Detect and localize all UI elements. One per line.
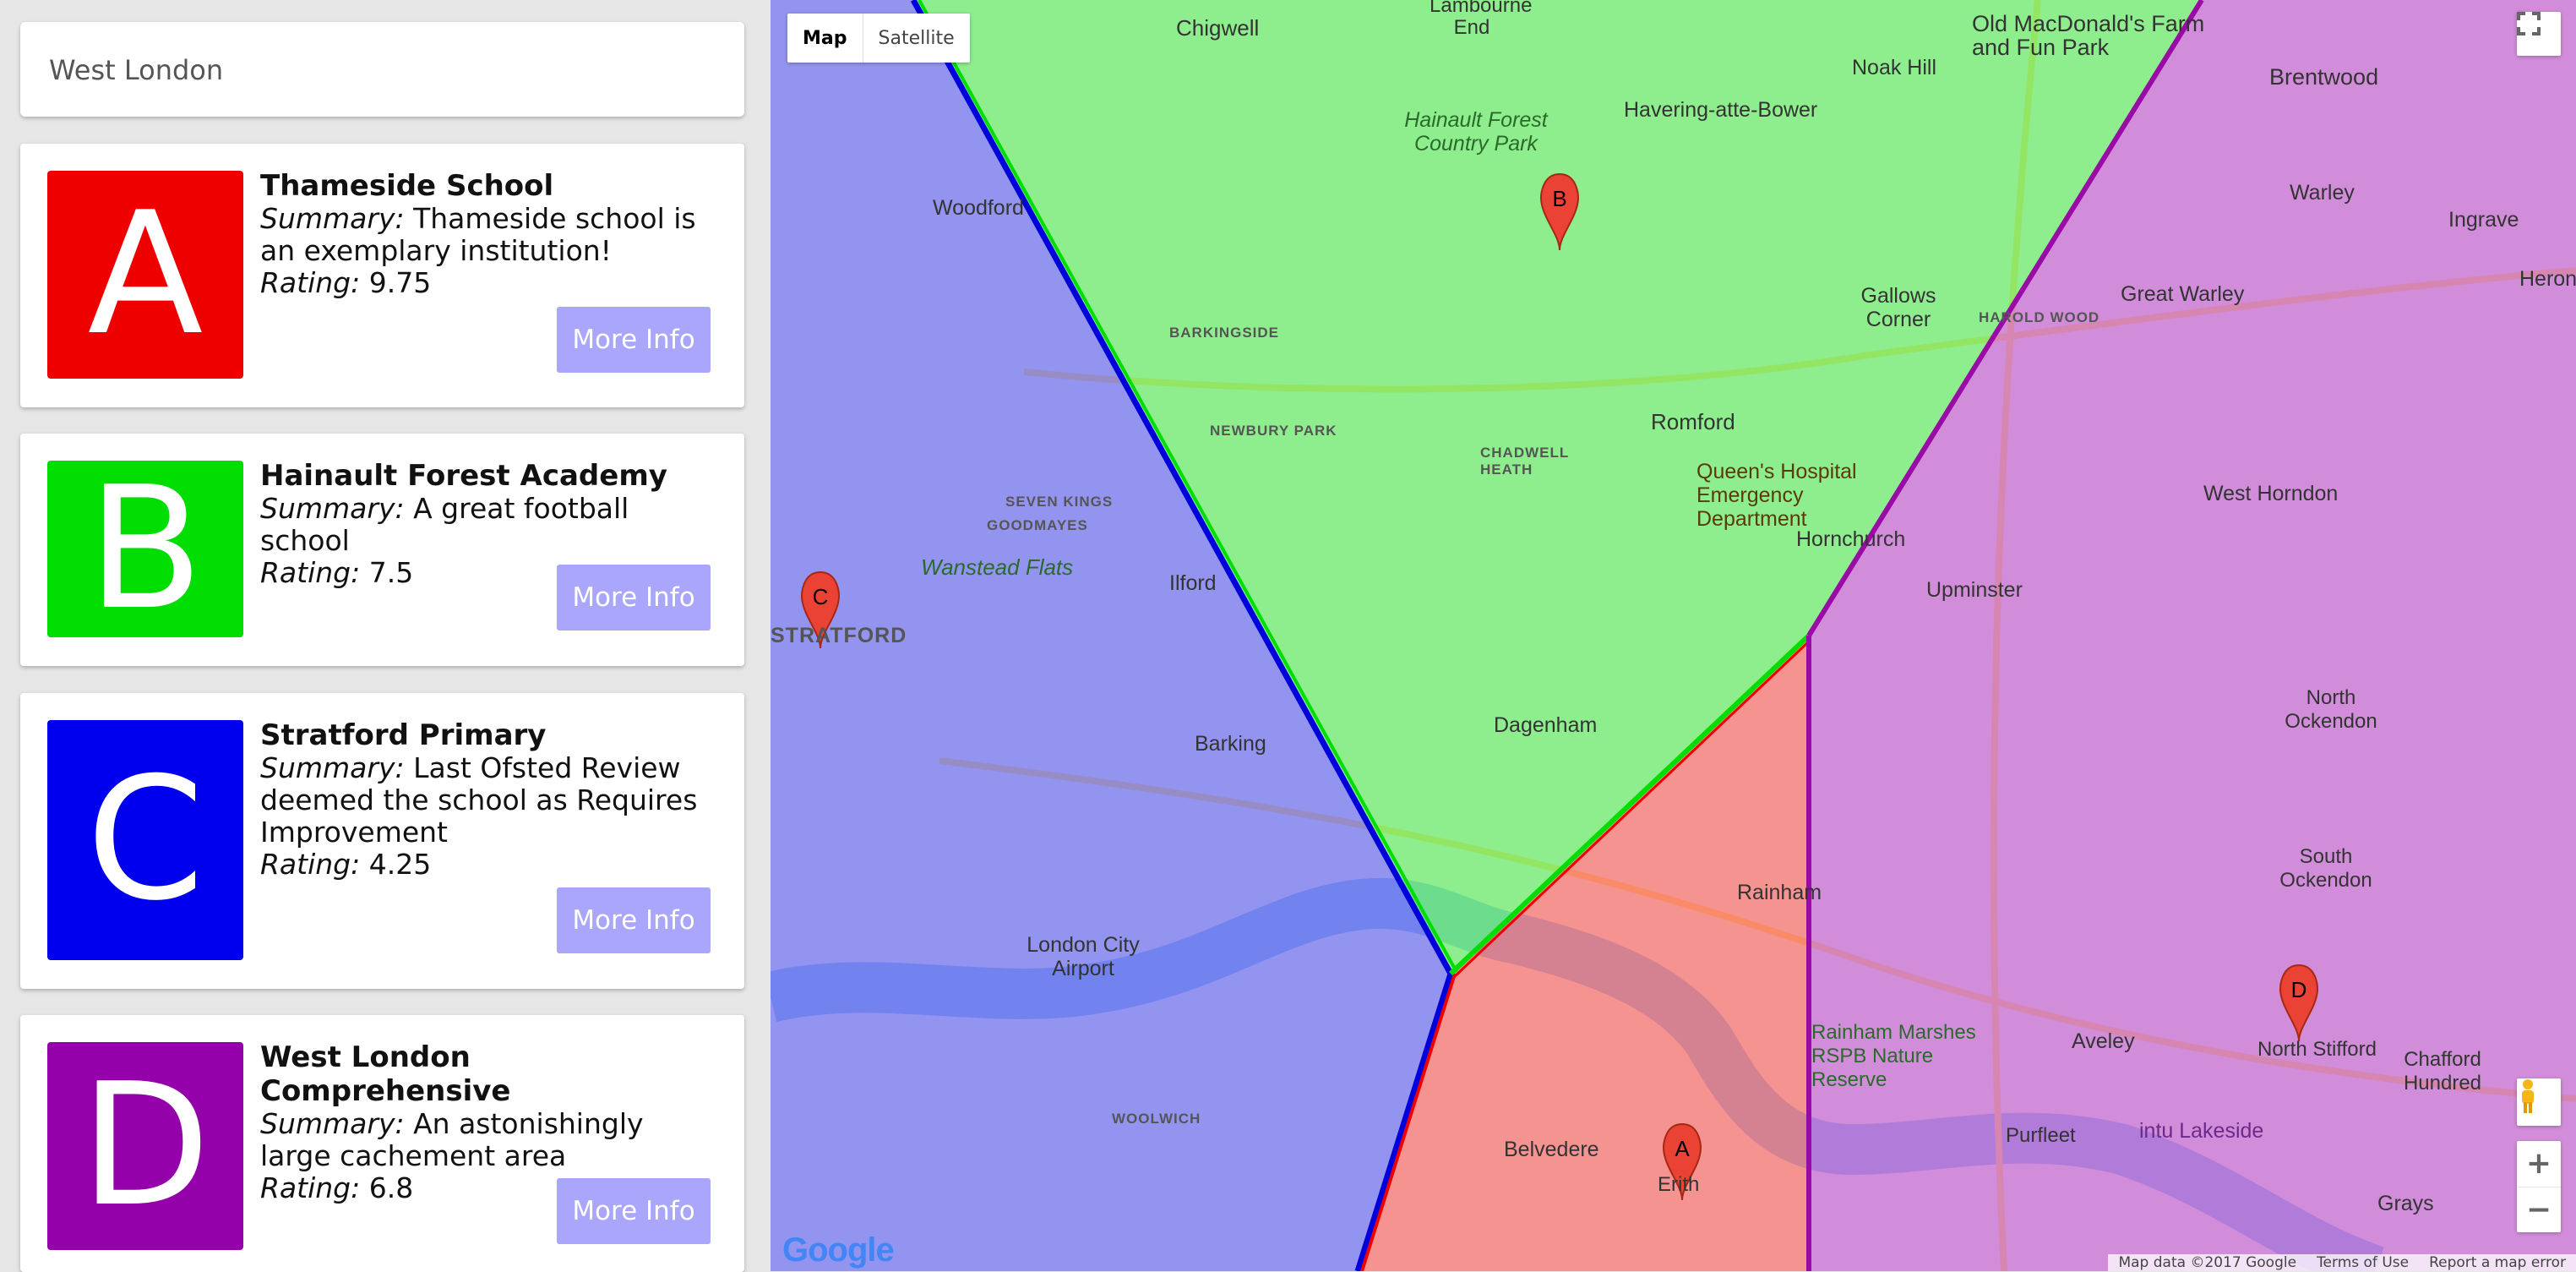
place-label: Chigwell [1176, 15, 1260, 41]
place-label: Rainham [1737, 881, 1822, 904]
place-label: Noak Hill [1852, 56, 1937, 79]
zoom-in-icon[interactable]: + [2517, 1141, 2561, 1187]
more-info-button[interactable]: More Info [557, 1178, 711, 1244]
place-label: Woodford [933, 196, 1024, 220]
place-label: Romford [1651, 409, 1735, 434]
place-label: Hainault Forest Country Park [1404, 108, 1548, 156]
place-label: Havering-atte-Bower [1624, 98, 1818, 122]
place-label: Hornchurch [1796, 527, 1906, 551]
place-label: North Ockendon [2285, 686, 2377, 733]
map-view[interactable]: A B C D Chigwell Lambourne End Havering-… [771, 0, 2576, 1271]
place-label: Great Warley [2121, 282, 2245, 306]
search-input[interactable]: West London [20, 22, 744, 117]
school-badge-c: C [47, 720, 243, 960]
place-label: Old MacDonald's Farm and Fun Park [1972, 11, 2205, 60]
place-label: Grays [2377, 1192, 2434, 1215]
place-label: Rainham Marshes RSPB Nature Reserve [1811, 1021, 1976, 1091]
map-type-map-button[interactable]: Map [787, 14, 863, 63]
school-summary: Summary: Thameside school is an exemplar… [260, 202, 696, 267]
place-label: Warley [2290, 181, 2355, 205]
place-label: GOODMAYES [987, 517, 1088, 533]
place-label: South Ockendon [2279, 845, 2372, 892]
map-footer: Map data ©2017 Google Terms of Use Repor… [2108, 1254, 2576, 1271]
place-label: Herongate [2519, 267, 2576, 291]
place-label: Brentwood [2269, 64, 2379, 90]
school-card: C Stratford Primary Summary: Last Ofsted… [20, 693, 744, 989]
place-label: Ilford [1169, 571, 1217, 595]
school-card: B Hainault Forest Academy Summary: A gre… [20, 434, 744, 666]
zoom-out-icon[interactable]: − [2517, 1187, 2561, 1233]
place-label: intu Lakeside [2139, 1119, 2264, 1143]
zoom-control: + − [2517, 1141, 2561, 1232]
place-label: Queen's Hospital Emergency Department [1696, 460, 1857, 531]
school-name: West London Comprehensive [260, 1040, 511, 1108]
place-label: Erith [1658, 1173, 1700, 1196]
marker-label: B [1552, 186, 1566, 211]
school-name: Hainault Forest Academy [260, 459, 667, 493]
more-info-button[interactable]: More Info [557, 887, 711, 953]
place-label: WOOLWICH [1112, 1111, 1201, 1127]
place-label: Wanstead Flats [921, 554, 1074, 580]
school-card: D West London Comprehensive Summary: An … [20, 1015, 744, 1272]
more-info-button[interactable]: More Info [557, 565, 711, 631]
marker-label: C [813, 584, 829, 609]
place-label: Upminster [1926, 578, 2023, 602]
school-info: Stratford Primary Summary: Last Ofsted R… [260, 718, 719, 881]
school-name: Thameside School [260, 169, 554, 203]
place-label: SEVEN KINGS [1005, 494, 1114, 510]
school-rating: Rating: 9.75 [260, 266, 432, 299]
school-badge-d: D [47, 1042, 243, 1250]
school-summary: Summary: Last Ofsted Review deemed the s… [260, 751, 698, 849]
place-label: CHADWELL HEATH [1480, 445, 1569, 478]
street-view-button[interactable] [2517, 1078, 2561, 1126]
place-label: Belvedere [1504, 1138, 1599, 1161]
place-label: Dagenham [1494, 713, 1598, 737]
school-list-panel: West London A Thameside School Summary: … [0, 0, 771, 1272]
map-type-control: Map Satellite [787, 14, 970, 63]
place-label: West Horndon [2203, 482, 2339, 505]
map-data-attribution: Map data ©2017 Google [2118, 1254, 2297, 1271]
school-card: A Thameside School Summary: Thameside sc… [20, 144, 744, 407]
place-label: NEWBURY PARK [1210, 423, 1337, 439]
place-label: London City Airport [1027, 933, 1140, 980]
school-summary: Summary: A great football school [260, 492, 629, 557]
school-info: Thameside School Summary: Thameside scho… [260, 169, 719, 299]
marker-label: D [2291, 977, 2307, 1002]
more-info-button[interactable]: More Info [557, 307, 711, 373]
school-summary: Summary: An astonishingly large cachemen… [260, 1107, 644, 1172]
google-logo: Google [782, 1231, 895, 1269]
pegman-icon [2522, 1079, 2534, 1113]
fullscreen-button[interactable] [2517, 12, 2561, 56]
school-rating: Rating: 4.25 [260, 848, 432, 881]
place-label: North Stifford [2257, 1038, 2377, 1061]
place-label: HAROLD WOOD [1979, 309, 2100, 325]
terms-link[interactable]: Terms of Use [2306, 1254, 2419, 1271]
place-label: Chafford Hundred [2403, 1048, 2482, 1095]
report-error-link[interactable]: Report a map error [2419, 1254, 2576, 1271]
fullscreen-icon [2517, 12, 2541, 35]
place-label: BARKINGSIDE [1169, 325, 1280, 341]
place-label: Gallows Corner [1860, 284, 1936, 331]
place-label: Ingrave [2448, 208, 2519, 232]
map-type-satellite-button[interactable]: Satellite [863, 14, 970, 63]
school-name: Stratford Primary [260, 718, 547, 752]
school-badge-a: A [47, 171, 243, 379]
place-label: Barking [1195, 732, 1266, 756]
place-label: Purfleet [2006, 1124, 2076, 1147]
marker-label: A [1675, 1136, 1690, 1161]
place-label: STRATFORD [771, 624, 907, 647]
place-label: Lambourne End [1430, 0, 1533, 39]
place-label: Aveley [2072, 1029, 2135, 1053]
school-badge-b: B [47, 461, 243, 637]
